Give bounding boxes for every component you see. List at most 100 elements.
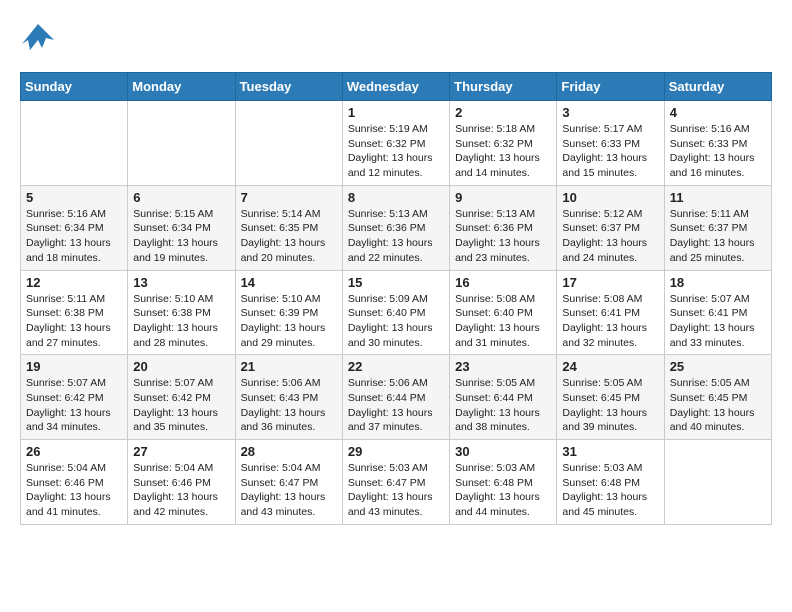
calendar-row-2: 5 Sunrise: 5:16 AM Sunset: 6:34 PM Daylig… [21, 185, 772, 270]
calendar-cell: 12 Sunrise: 5:11 AM Sunset: 6:38 PM Dayli… [21, 270, 128, 355]
weekday-header-monday: Monday [128, 73, 235, 101]
day-number: 24 [562, 359, 658, 374]
day-number: 31 [562, 444, 658, 459]
day-info: Sunrise: 5:03 AM Sunset: 6:48 PM Dayligh… [455, 461, 551, 520]
day-number: 30 [455, 444, 551, 459]
day-info: Sunrise: 5:04 AM Sunset: 6:46 PM Dayligh… [133, 461, 229, 520]
calendar-cell: 30 Sunrise: 5:03 AM Sunset: 6:48 PM Dayli… [450, 440, 557, 525]
day-number: 8 [348, 190, 444, 205]
calendar-cell: 16 Sunrise: 5:08 AM Sunset: 6:40 PM Dayli… [450, 270, 557, 355]
calendar-cell [128, 101, 235, 186]
calendar-row-3: 12 Sunrise: 5:11 AM Sunset: 6:38 PM Dayli… [21, 270, 772, 355]
day-info: Sunrise: 5:13 AM Sunset: 6:36 PM Dayligh… [455, 207, 551, 266]
calendar-cell: 5 Sunrise: 5:16 AM Sunset: 6:34 PM Daylig… [21, 185, 128, 270]
day-number: 16 [455, 275, 551, 290]
day-number: 14 [241, 275, 337, 290]
day-number: 29 [348, 444, 444, 459]
day-number: 6 [133, 190, 229, 205]
calendar-cell: 26Sunrise: 5:04 AM Sunset: 6:46 PM Dayli… [21, 440, 128, 525]
day-number: 25 [670, 359, 766, 374]
day-number: 21 [241, 359, 337, 374]
weekday-header-saturday: Saturday [664, 73, 771, 101]
day-info: Sunrise: 5:16 AM Sunset: 6:34 PM Dayligh… [26, 207, 122, 266]
day-info: Sunrise: 5:16 AM Sunset: 6:33 PM Dayligh… [670, 122, 766, 181]
day-number: 7 [241, 190, 337, 205]
day-info: Sunrise: 5:05 AM Sunset: 6:45 PM Dayligh… [670, 376, 766, 435]
day-number: 2 [455, 105, 551, 120]
calendar-table: SundayMondayTuesdayWednesdayThursdayFrid… [20, 72, 772, 525]
calendar-cell: 2 Sunrise: 5:18 AM Sunset: 6:32 PM Daylig… [450, 101, 557, 186]
calendar-row-1: 1 Sunrise: 5:19 AM Sunset: 6:32 PM Daylig… [21, 101, 772, 186]
calendar-cell: 27 Sunrise: 5:04 AM Sunset: 6:46 PM Dayli… [128, 440, 235, 525]
day-info: Sunrise: 5:06 AM Sunset: 6:43 PM Dayligh… [241, 376, 337, 435]
day-number: 15 [348, 275, 444, 290]
day-info: Sunrise: 5:06 AM Sunset: 6:44 PM Dayligh… [348, 376, 444, 435]
logo [20, 20, 60, 56]
calendar-cell: 10 Sunrise: 5:12 AM Sunset: 6:37 PM Dayli… [557, 185, 664, 270]
calendar-cell: 22Sunrise: 5:06 AM Sunset: 6:44 PM Dayli… [342, 355, 449, 440]
day-number: 3 [562, 105, 658, 120]
calendar-cell: 15 Sunrise: 5:09 AM Sunset: 6:40 PM Dayli… [342, 270, 449, 355]
day-info: Sunrise: 5:15 AM Sunset: 6:34 PM Dayligh… [133, 207, 229, 266]
calendar-cell: 18 Sunrise: 5:07 AM Sunset: 6:41 PM Dayli… [664, 270, 771, 355]
calendar-cell: 1 Sunrise: 5:19 AM Sunset: 6:32 PM Daylig… [342, 101, 449, 186]
day-info: Sunrise: 5:07 AM Sunset: 6:42 PM Dayligh… [26, 376, 122, 435]
calendar-cell: 13Sunrise: 5:10 AM Sunset: 6:38 PM Dayli… [128, 270, 235, 355]
calendar-row-4: 19Sunrise: 5:07 AM Sunset: 6:42 PM Dayli… [21, 355, 772, 440]
day-number: 10 [562, 190, 658, 205]
calendar-cell: 7 Sunrise: 5:14 AM Sunset: 6:35 PM Daylig… [235, 185, 342, 270]
day-number: 28 [241, 444, 337, 459]
weekday-header-row: SundayMondayTuesdayWednesdayThursdayFrid… [21, 73, 772, 101]
day-number: 1 [348, 105, 444, 120]
weekday-header-sunday: Sunday [21, 73, 128, 101]
day-number: 26 [26, 444, 122, 459]
page-header [20, 20, 772, 56]
day-info: Sunrise: 5:11 AM Sunset: 6:38 PM Dayligh… [26, 292, 122, 351]
day-number: 20 [133, 359, 229, 374]
day-info: Sunrise: 5:03 AM Sunset: 6:48 PM Dayligh… [562, 461, 658, 520]
calendar-cell: 19Sunrise: 5:07 AM Sunset: 6:42 PM Dayli… [21, 355, 128, 440]
day-info: Sunrise: 5:07 AM Sunset: 6:41 PM Dayligh… [670, 292, 766, 351]
day-number: 12 [26, 275, 122, 290]
day-info: Sunrise: 5:14 AM Sunset: 6:35 PM Dayligh… [241, 207, 337, 266]
calendar-cell: 28 Sunrise: 5:04 AM Sunset: 6:47 PM Dayli… [235, 440, 342, 525]
weekday-header-tuesday: Tuesday [235, 73, 342, 101]
day-number: 17 [562, 275, 658, 290]
day-info: Sunrise: 5:10 AM Sunset: 6:39 PM Dayligh… [241, 292, 337, 351]
calendar-cell: 31 Sunrise: 5:03 AM Sunset: 6:48 PM Dayli… [557, 440, 664, 525]
weekday-header-friday: Friday [557, 73, 664, 101]
calendar-cell [21, 101, 128, 186]
day-number: 23 [455, 359, 551, 374]
day-info: Sunrise: 5:11 AM Sunset: 6:37 PM Dayligh… [670, 207, 766, 266]
day-info: Sunrise: 5:08 AM Sunset: 6:40 PM Dayligh… [455, 292, 551, 351]
day-info: Sunrise: 5:04 AM Sunset: 6:47 PM Dayligh… [241, 461, 337, 520]
calendar-cell: 8 Sunrise: 5:13 AM Sunset: 6:36 PM Daylig… [342, 185, 449, 270]
calendar-cell [664, 440, 771, 525]
day-info: Sunrise: 5:12 AM Sunset: 6:37 PM Dayligh… [562, 207, 658, 266]
calendar-cell: 4Sunrise: 5:16 AM Sunset: 6:33 PM Daylig… [664, 101, 771, 186]
calendar-cell: 6 Sunrise: 5:15 AM Sunset: 6:34 PM Daylig… [128, 185, 235, 270]
calendar-cell: 24 Sunrise: 5:05 AM Sunset: 6:45 PM Dayli… [557, 355, 664, 440]
day-number: 5 [26, 190, 122, 205]
day-info: Sunrise: 5:19 AM Sunset: 6:32 PM Dayligh… [348, 122, 444, 181]
calendar-row-5: 26 Sunrise: 5:04 AM Sunset: 6:46 PM Dayli… [21, 440, 772, 525]
calendar-cell: 17Sunrise: 5:08 AM Sunset: 6:41 PM Dayli… [557, 270, 664, 355]
day-info: Sunrise: 5:09 AM Sunset: 6:40 PM Dayligh… [348, 292, 444, 351]
day-number: 18 [670, 275, 766, 290]
calendar-cell: 3 Sunrise: 5:17 AM Sunset: 6:33 PM Daylig… [557, 101, 664, 186]
day-info: Sunrise: 5:18 AM Sunset: 6:32 PM Dayligh… [455, 122, 551, 181]
weekday-header-thursday: Thursday [450, 73, 557, 101]
day-number: 27 [133, 444, 229, 459]
day-info: Sunrise: 5:05 AM Sunset: 6:45 PM Dayligh… [562, 376, 658, 435]
calendar-cell: 14 Sunrise: 5:10 AM Sunset: 6:39 PM Dayli… [235, 270, 342, 355]
calendar-cell: 11 Sunrise: 5:11 AM Sunset: 6:37 PM Dayli… [664, 185, 771, 270]
calendar-cell: 21 Sunrise: 5:06 AM Sunset: 6:43 PM Dayli… [235, 355, 342, 440]
day-info: Sunrise: 5:13 AM Sunset: 6:36 PM Dayligh… [348, 207, 444, 266]
day-info: Sunrise: 5:17 AM Sunset: 6:33 PM Dayligh… [562, 122, 658, 181]
calendar-cell: 23 Sunrise: 5:05 AM Sunset: 6:44 PM Dayli… [450, 355, 557, 440]
calendar-cell [235, 101, 342, 186]
calendar-cell: 29Sunrise: 5:03 AM Sunset: 6:47 PM Dayli… [342, 440, 449, 525]
day-number: 11 [670, 190, 766, 205]
day-number: 9 [455, 190, 551, 205]
day-info: Sunrise: 5:05 AM Sunset: 6:44 PM Dayligh… [455, 376, 551, 435]
